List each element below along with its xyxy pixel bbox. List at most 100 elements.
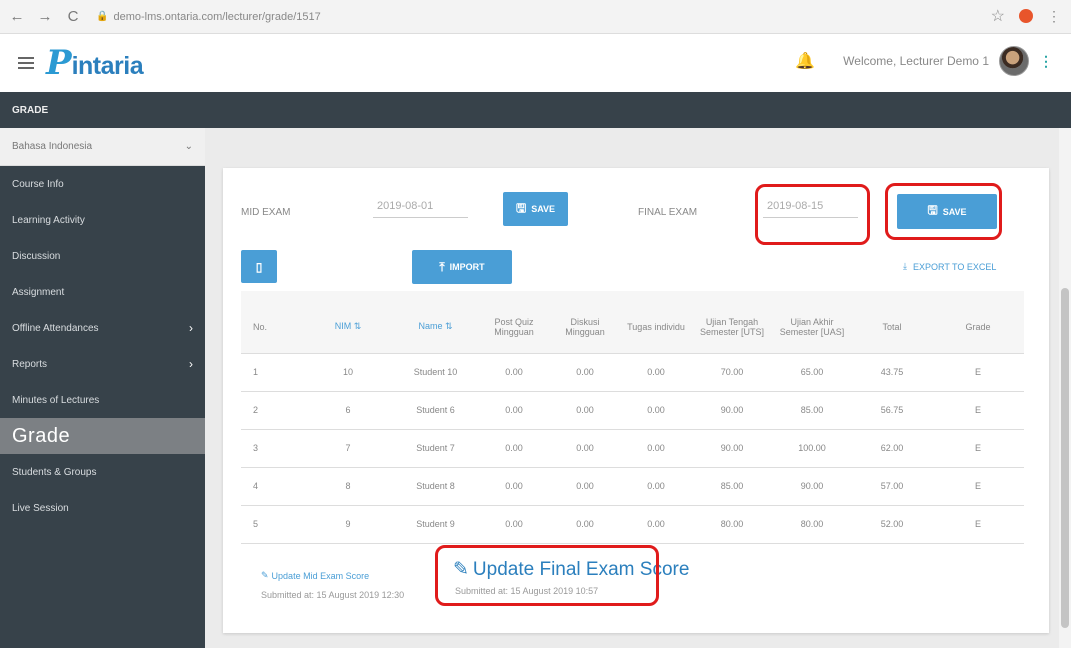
reload-icon[interactable]: C bbox=[62, 6, 84, 28]
sort-icon: ⇅ bbox=[353, 321, 362, 332]
sidebar-item-label: Assignment bbox=[12, 286, 65, 298]
sidebar-item-offline-attendances[interactable]: Offline Attendances › bbox=[0, 310, 205, 346]
cell-grade: E bbox=[932, 467, 1024, 506]
table-header-row: No. NIM ⇅ Name ⇅ Post Quiz Mingguan Disk… bbox=[241, 301, 1024, 354]
cell-diskusi: 0.00 bbox=[550, 429, 620, 468]
highlight-final-save bbox=[885, 183, 1002, 240]
upload-icon: ⤒ bbox=[439, 259, 445, 274]
file-icon: ▯ bbox=[255, 259, 263, 274]
cell-uts: 90.00 bbox=[692, 391, 772, 430]
browser-menu-icon[interactable]: ⋮ bbox=[1047, 8, 1061, 25]
download-icon: ⤓ bbox=[903, 261, 907, 271]
sidebar-item-label: Students & Groups bbox=[12, 466, 97, 478]
cell-name: Student 8 bbox=[393, 467, 478, 506]
final-exam-label: FINAL EXAM bbox=[638, 207, 698, 218]
cell-no: 1 bbox=[241, 353, 303, 392]
logo-mark: P bbox=[46, 42, 72, 83]
export-to-excel-link[interactable]: ⤓ EXPORT TO EXCEL bbox=[903, 261, 996, 272]
sidebar-item-students-groups[interactable]: Students & Groups bbox=[0, 454, 205, 490]
cell-nim: 9 bbox=[303, 505, 393, 544]
col-name[interactable]: Name ⇅ bbox=[393, 301, 478, 354]
cell-no: 5 bbox=[241, 505, 303, 544]
address-bar[interactable]: 🔒 demo-lms.ontaria.com/lecturer/grade/15… bbox=[96, 11, 321, 23]
sidebar-item-grade[interactable]: Grade bbox=[0, 418, 205, 454]
file-upload-button[interactable]: ▯ bbox=[241, 250, 277, 283]
notification-bell-icon[interactable]: 🔔 bbox=[795, 51, 815, 71]
col-post-quiz: Post Quiz Mingguan bbox=[478, 301, 550, 354]
highlight-final-date bbox=[755, 184, 870, 245]
cell-uts: 90.00 bbox=[692, 429, 772, 468]
scrollbar[interactable] bbox=[1059, 128, 1071, 648]
cell-uts: 80.00 bbox=[692, 505, 772, 544]
table-row: 5 9 Student 9 0.00 0.00 0.00 80.00 80.00 52.00 E bbox=[241, 505, 1024, 544]
cell-no: 3 bbox=[241, 429, 303, 468]
sort-icon: ⇅ bbox=[444, 321, 453, 332]
pencil-icon: ✎ bbox=[261, 570, 269, 580]
course-select-value: Bahasa Indonesia bbox=[12, 141, 93, 152]
app-header: P intaria 🔔 Welcome, Lecturer Demo 1 ⋮ bbox=[0, 34, 1071, 92]
sidebar-item-discussion[interactable]: Discussion bbox=[0, 238, 205, 274]
cell-tugas: 0.00 bbox=[620, 429, 692, 468]
cell-name: Student 6 bbox=[393, 391, 478, 430]
sidebar-item-learning-activity[interactable]: Learning Activity bbox=[0, 202, 205, 238]
grade-table: No. NIM ⇅ Name ⇅ Post Quiz Mingguan Disk… bbox=[241, 301, 1024, 544]
highlight-update-final bbox=[435, 545, 659, 606]
cell-grade: E bbox=[932, 505, 1024, 544]
col-grade: Grade bbox=[932, 301, 1024, 354]
export-label: EXPORT TO EXCEL bbox=[912, 261, 997, 272]
cell-name: Student 10 bbox=[393, 353, 478, 392]
logo[interactable]: P intaria bbox=[46, 42, 144, 83]
col-tugas: Tugas individu bbox=[620, 301, 692, 354]
back-icon[interactable]: ← bbox=[6, 6, 28, 28]
bookmark-star-icon[interactable]: ☆ bbox=[991, 6, 1005, 26]
cell-name: Student 7 bbox=[393, 429, 478, 468]
import-button-label: IMPORT bbox=[449, 262, 485, 272]
cell-grade: E bbox=[932, 353, 1024, 392]
sidebar-item-label: Grade bbox=[12, 424, 71, 447]
browser-toolbar: ← → C 🔒 demo-lms.ontaria.com/lecturer/gr… bbox=[0, 0, 1071, 34]
main-content: MID EXAM 🖫 SAVE FINAL EXAM 🖫 SAVE ▯ ⤒ IM… bbox=[205, 128, 1071, 648]
cell-uts: 85.00 bbox=[692, 467, 772, 506]
import-button[interactable]: ⤒ IMPORT bbox=[412, 250, 512, 284]
cell-uts: 70.00 bbox=[692, 353, 772, 392]
avatar[interactable] bbox=[999, 46, 1029, 76]
mid-exam-label: MID EXAM bbox=[241, 207, 291, 218]
sidebar-item-live-session[interactable]: Live Session bbox=[0, 490, 205, 526]
cell-tugas: 0.00 bbox=[620, 467, 692, 506]
sidebar-item-reports[interactable]: Reports › bbox=[0, 346, 205, 382]
update-mid-exam-score-link[interactable]: ✎ Update Mid Exam Score bbox=[261, 570, 369, 581]
col-nim-label: NIM bbox=[334, 321, 352, 332]
grade-card: MID EXAM 🖫 SAVE FINAL EXAM 🖫 SAVE ▯ ⤒ IM… bbox=[223, 168, 1049, 633]
cell-post-quiz: 0.00 bbox=[478, 467, 550, 506]
scrollbar-thumb[interactable] bbox=[1061, 288, 1069, 628]
cell-uas: 100.00 bbox=[772, 429, 852, 468]
cell-nim: 10 bbox=[303, 353, 393, 392]
cell-nim: 6 bbox=[303, 391, 393, 430]
mid-exam-date-input[interactable] bbox=[373, 194, 468, 218]
sidebar-item-assignment[interactable]: Assignment bbox=[0, 274, 205, 310]
forward-icon[interactable]: → bbox=[34, 6, 56, 28]
cell-nim: 8 bbox=[303, 467, 393, 506]
user-menu-icon[interactable]: ⋮ bbox=[1039, 53, 1053, 70]
save-mid-exam-button[interactable]: 🖫 SAVE bbox=[503, 192, 568, 226]
cell-diskusi: 0.00 bbox=[550, 391, 620, 430]
cell-post-quiz: 0.00 bbox=[478, 353, 550, 392]
sidebar-item-label: Course Info bbox=[12, 178, 64, 190]
sidebar-item-course-info[interactable]: Course Info bbox=[0, 166, 205, 202]
extension-icon[interactable] bbox=[1019, 9, 1033, 23]
sidebar-item-label: Live Session bbox=[12, 502, 69, 514]
cell-diskusi: 0.00 bbox=[550, 467, 620, 506]
sidebar-item-label: Offline Attendances bbox=[12, 322, 99, 334]
cell-diskusi: 0.00 bbox=[550, 353, 620, 392]
sidebar-item-label: Discussion bbox=[12, 250, 61, 262]
cell-total: 43.75 bbox=[852, 353, 932, 392]
course-select[interactable]: Bahasa Indonesia ⌄ bbox=[0, 128, 205, 166]
cell-post-quiz: 0.00 bbox=[478, 391, 550, 430]
col-nim[interactable]: NIM ⇅ bbox=[303, 301, 393, 354]
cell-uas: 80.00 bbox=[772, 505, 852, 544]
sidebar-item-minutes-of-lectures[interactable]: Minutes of Lectures bbox=[0, 382, 205, 418]
cell-uas: 65.00 bbox=[772, 353, 852, 392]
cell-total: 52.00 bbox=[852, 505, 932, 544]
save-icon: 🖫 bbox=[515, 200, 527, 215]
hamburger-menu-icon[interactable] bbox=[18, 57, 34, 69]
